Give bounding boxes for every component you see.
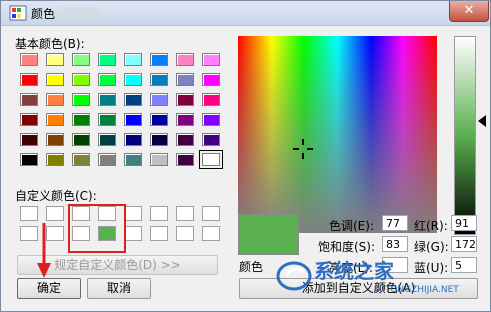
basic-color-swatch[interactable] <box>46 133 64 146</box>
basic-color-swatch[interactable] <box>46 153 64 166</box>
red-field[interactable]: 91 <box>451 215 477 231</box>
title-blur <box>59 8 99 18</box>
close-button[interactable]: ✕ <box>449 1 489 22</box>
luminance-slider[interactable] <box>454 36 476 235</box>
color-spectrum[interactable] <box>238 36 437 233</box>
basic-color-swatch[interactable] <box>98 113 116 126</box>
hue-field[interactable]: 77 <box>382 215 408 231</box>
basic-color-swatch[interactable] <box>46 73 64 86</box>
basic-color-swatch[interactable] <box>176 53 194 66</box>
red-arrow-icon <box>37 223 51 278</box>
basic-color-swatch[interactable] <box>72 93 90 106</box>
cancel-button[interactable]: 取消 <box>87 278 151 299</box>
basic-color-swatch[interactable] <box>20 73 38 86</box>
basic-color-swatch[interactable] <box>20 113 38 126</box>
basic-color-swatch[interactable] <box>98 93 116 106</box>
custom-color-swatch[interactable] <box>124 206 142 221</box>
basic-color-swatch[interactable] <box>72 73 90 86</box>
basic-color-swatch[interactable] <box>176 93 194 106</box>
basic-color-swatch[interactable] <box>98 133 116 146</box>
basic-color-swatch[interactable] <box>202 133 220 146</box>
basic-color-swatch[interactable] <box>72 153 90 166</box>
basic-color-swatch[interactable] <box>46 93 64 106</box>
basic-color-swatch[interactable] <box>150 133 168 146</box>
basic-color-swatch[interactable] <box>98 153 116 166</box>
basic-color-swatch[interactable] <box>202 93 220 106</box>
palette-icon <box>9 5 27 21</box>
custom-color-swatch[interactable] <box>202 206 220 221</box>
basic-color-swatch[interactable] <box>176 113 194 126</box>
basic-color-swatch[interactable] <box>150 93 168 106</box>
custom-color-swatch[interactable] <box>150 226 168 241</box>
custom-color-swatch[interactable] <box>202 226 220 241</box>
basic-color-swatch[interactable] <box>46 53 64 66</box>
basic-color-swatch[interactable] <box>124 53 142 66</box>
basic-color-swatch[interactable] <box>72 133 90 146</box>
saturation-field[interactable]: 83 <box>382 236 408 252</box>
red-label: 红(R): <box>414 219 448 233</box>
watermark-url: XITONGZHIJIA.NET <box>376 285 459 294</box>
basic-color-swatch[interactable] <box>124 93 142 106</box>
basic-color-swatch[interactable] <box>202 73 220 86</box>
basic-color-swatch[interactable] <box>46 113 64 126</box>
title-bar: 颜色 ✕ <box>1 1 490 26</box>
highlight-box <box>68 204 126 253</box>
green-field[interactable]: 172 <box>451 236 477 252</box>
basic-color-swatch[interactable] <box>20 133 38 146</box>
color-preview <box>238 214 299 255</box>
basic-color-swatch[interactable] <box>72 113 90 126</box>
basic-color-swatch[interactable] <box>150 73 168 86</box>
watermark-brand: 系统之家 <box>314 259 395 283</box>
basic-color-swatch[interactable] <box>176 73 194 86</box>
custom-color-swatch[interactable] <box>20 206 38 221</box>
basic-color-swatch[interactable] <box>150 53 168 66</box>
basic-color-swatch[interactable] <box>202 113 220 126</box>
watermark-logo: 系统之家 XITONGZHIJIA.NET <box>276 259 459 294</box>
basic-color-swatch[interactable] <box>72 53 90 66</box>
preview-label: 颜色 <box>239 260 264 274</box>
basic-color-swatch[interactable] <box>150 153 168 166</box>
hue-label: 色调(E): <box>329 219 374 233</box>
basic-colors-label: 基本颜色(B): <box>15 37 85 51</box>
basic-color-swatch[interactable] <box>124 153 142 166</box>
custom-color-swatch[interactable] <box>176 226 194 241</box>
custom-color-swatch[interactable] <box>124 226 142 241</box>
basic-color-swatch[interactable] <box>98 73 116 86</box>
window-title: 颜色 <box>31 7 56 21</box>
basic-color-swatch[interactable] <box>199 150 223 169</box>
ok-button[interactable]: 确定 <box>17 278 81 299</box>
basic-color-swatch[interactable] <box>20 53 38 66</box>
custom-color-swatch[interactable] <box>150 206 168 221</box>
basic-color-swatch[interactable] <box>124 113 142 126</box>
crosshair-icon <box>293 139 313 159</box>
basic-color-swatch[interactable] <box>124 73 142 86</box>
basic-color-swatch[interactable] <box>202 53 220 66</box>
luminance-arrow-icon[interactable] <box>478 115 486 127</box>
custom-color-swatch[interactable] <box>46 206 64 221</box>
custom-colors-label: 自定义颜色(C): <box>15 189 97 203</box>
saturation-label: 饱和度(S): <box>318 240 376 254</box>
basic-color-swatch[interactable] <box>98 53 116 66</box>
basic-color-swatch[interactable] <box>124 133 142 146</box>
green-label: 绿(G): <box>414 240 449 254</box>
color-dialog: 颜色 ✕ 基本颜色(B): 自定义颜色(C): 规定自定义颜色(D) >> 确定… <box>0 0 491 312</box>
basic-color-swatch[interactable] <box>150 113 168 126</box>
basic-color-swatch[interactable] <box>176 153 194 166</box>
basic-color-swatch[interactable] <box>20 153 38 166</box>
basic-color-swatch[interactable] <box>20 93 38 106</box>
custom-color-swatch[interactable] <box>176 206 194 221</box>
basic-color-swatch[interactable] <box>176 133 194 146</box>
